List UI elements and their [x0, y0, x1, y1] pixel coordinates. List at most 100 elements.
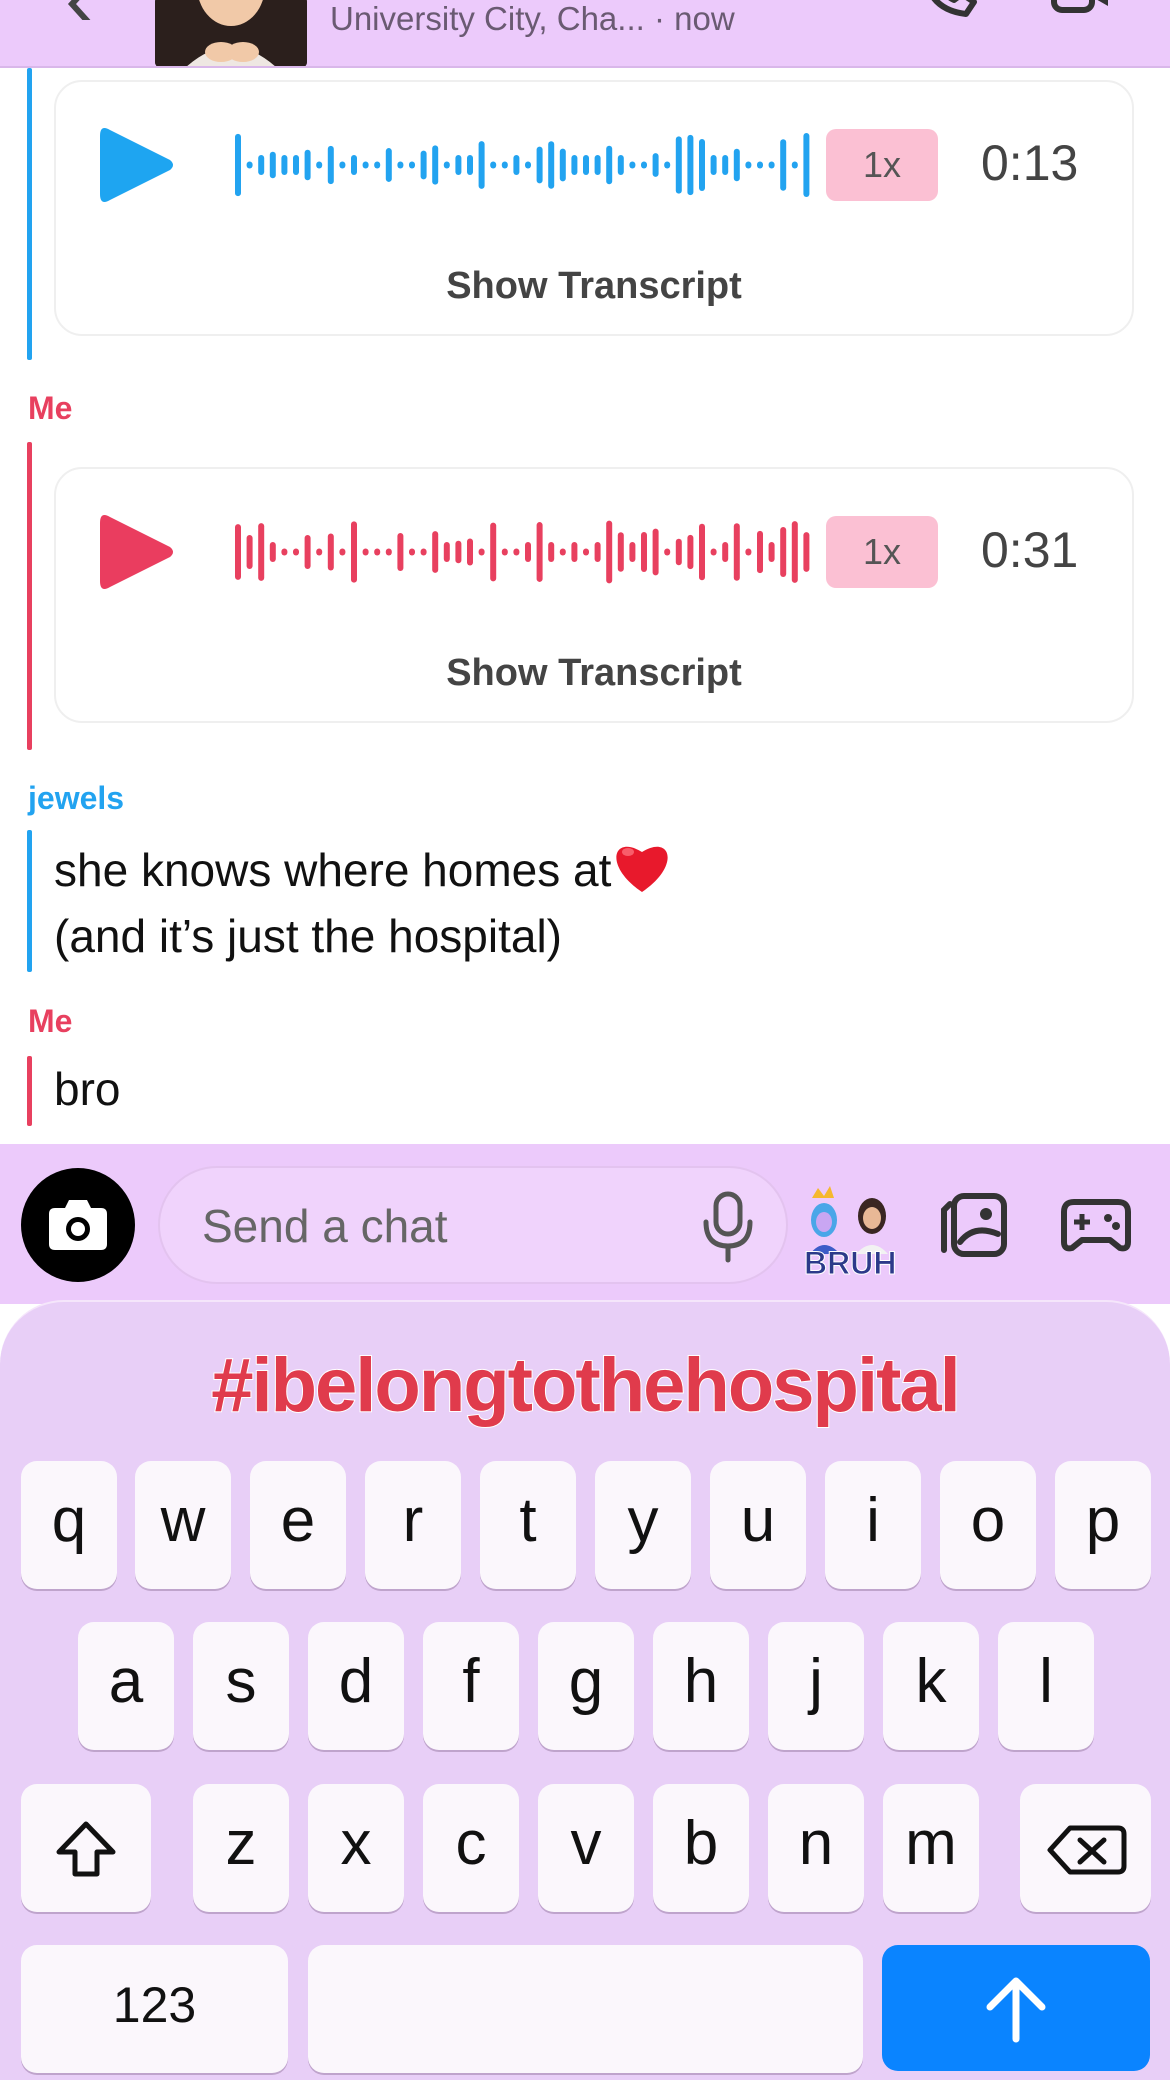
waveform-bar — [675, 136, 682, 194]
key-l[interactable]: l — [998, 1622, 1094, 1750]
phone-icon[interactable] — [918, 0, 978, 20]
show-transcript-button[interactable]: Show Transcript — [56, 265, 1132, 308]
key-k[interactable]: k — [883, 1622, 979, 1750]
waveform-bar — [617, 155, 624, 175]
microphone-icon[interactable] — [700, 1190, 756, 1264]
waveform-bar — [687, 134, 694, 196]
backspace-icon — [1047, 1825, 1127, 1875]
waveform-bar — [467, 538, 473, 566]
waveform-bar — [548, 141, 555, 189]
waveform-bar — [374, 161, 381, 169]
key-j[interactable]: j — [768, 1622, 864, 1750]
waveform-bar — [745, 548, 752, 556]
key-b[interactable]: b — [653, 1784, 749, 1912]
waveform-bar — [652, 528, 659, 576]
heart-emoji — [616, 846, 669, 892]
key-h[interactable]: h — [653, 1622, 749, 1750]
waveform-bar — [246, 161, 253, 169]
key-r[interactable]: r — [365, 1461, 461, 1589]
message-bar — [27, 830, 32, 972]
key-i[interactable]: i — [825, 1461, 921, 1589]
waveform-bar — [420, 150, 427, 180]
waveform-bar — [339, 161, 346, 169]
waveform-bar — [490, 161, 497, 169]
waveform-bar — [269, 542, 276, 562]
waveform-bar — [733, 148, 740, 182]
video-icon[interactable] — [1050, 0, 1110, 18]
waveform-bar — [791, 161, 798, 169]
play-icon[interactable] — [96, 511, 176, 593]
space-key[interactable] — [308, 1945, 863, 2073]
friend-avatar[interactable] — [155, 0, 307, 66]
waveform-bar — [455, 155, 462, 175]
waveform-bar — [293, 548, 299, 556]
key-u[interactable]: u — [710, 1461, 806, 1589]
chat-input-field[interactable] — [158, 1166, 788, 1284]
key-o[interactable]: o — [940, 1461, 1036, 1589]
waveform-bar — [397, 161, 404, 169]
message-bar — [27, 442, 32, 750]
key-v[interactable]: v — [538, 1784, 634, 1912]
shift-key[interactable] — [21, 1784, 151, 1912]
waveform-bar — [327, 533, 334, 571]
key-w[interactable]: w — [135, 1461, 231, 1589]
key-x[interactable]: x — [308, 1784, 404, 1912]
key-d[interactable]: d — [308, 1622, 404, 1750]
playback-speed-button[interactable]: 1x — [826, 516, 938, 588]
key-m[interactable]: m — [883, 1784, 979, 1912]
back-icon[interactable] — [60, 0, 100, 20]
waveform-bar — [304, 149, 311, 181]
key-q[interactable]: q — [21, 1461, 117, 1589]
camera-icon — [49, 1200, 107, 1250]
backspace-key[interactable] — [1020, 1784, 1151, 1912]
waveform-bar — [281, 548, 288, 556]
waveform-bar — [548, 542, 555, 562]
memories-icon[interactable] — [940, 1190, 1010, 1260]
waveform-bar — [443, 161, 450, 169]
show-transcript-button[interactable]: Show Transcript — [56, 652, 1132, 695]
key-e[interactable]: e — [250, 1461, 346, 1589]
message-bar — [27, 68, 32, 360]
waveform-bar — [641, 161, 647, 169]
camera-button[interactable] — [21, 1168, 135, 1282]
chat-input[interactable] — [202, 1198, 682, 1254]
waveform-bar — [525, 542, 531, 562]
voice-message-card[interactable]: 1x 0:31 Show Transcript — [54, 467, 1134, 723]
key-p[interactable]: p — [1055, 1461, 1151, 1589]
play-icon[interactable] — [96, 124, 176, 206]
waveform-bar — [316, 548, 323, 556]
waveform-bar — [281, 155, 288, 175]
key-a[interactable]: a — [78, 1622, 174, 1750]
key-t[interactable]: t — [480, 1461, 576, 1589]
sticker-text: BRUH — [804, 1245, 896, 1276]
bitmoji-sticker[interactable]: BRUH — [802, 1184, 902, 1282]
voice-message-card[interactable]: 1x 0:13 Show Transcript — [54, 80, 1134, 336]
waveform-bar — [559, 148, 566, 182]
waveform-bar — [594, 155, 601, 175]
waveform-bar — [409, 161, 415, 169]
waveform-bar — [571, 155, 578, 175]
key-n[interactable]: n — [768, 1784, 864, 1912]
key-c[interactable]: c — [423, 1784, 519, 1912]
key-g[interactable]: g — [538, 1622, 634, 1750]
waveform-bar — [293, 155, 299, 175]
shift-icon — [56, 1821, 116, 1877]
playback-speed-button[interactable]: 1x — [826, 129, 938, 201]
waveform[interactable] — [231, 128, 811, 202]
waveform-bar — [745, 161, 752, 169]
waveform-bar — [780, 139, 787, 191]
key-z[interactable]: z — [193, 1784, 289, 1912]
waveform-bar — [710, 155, 717, 175]
key-f[interactable]: f — [423, 1622, 519, 1750]
send-button[interactable] — [882, 1945, 1150, 2071]
key-s[interactable]: s — [193, 1622, 289, 1750]
waveform-bar — [594, 542, 601, 562]
voice-duration: 0:31 — [981, 522, 1079, 578]
waveform-bar — [710, 548, 717, 556]
waveform-bar — [246, 534, 253, 570]
key-y[interactable]: y — [595, 1461, 691, 1589]
waveform[interactable] — [231, 515, 811, 589]
keyboard-suggestion[interactable]: #ibelongtothehospital — [0, 1342, 1170, 1429]
numbers-key[interactable]: 123 — [21, 1945, 288, 2073]
games-icon[interactable] — [1060, 1192, 1132, 1256]
